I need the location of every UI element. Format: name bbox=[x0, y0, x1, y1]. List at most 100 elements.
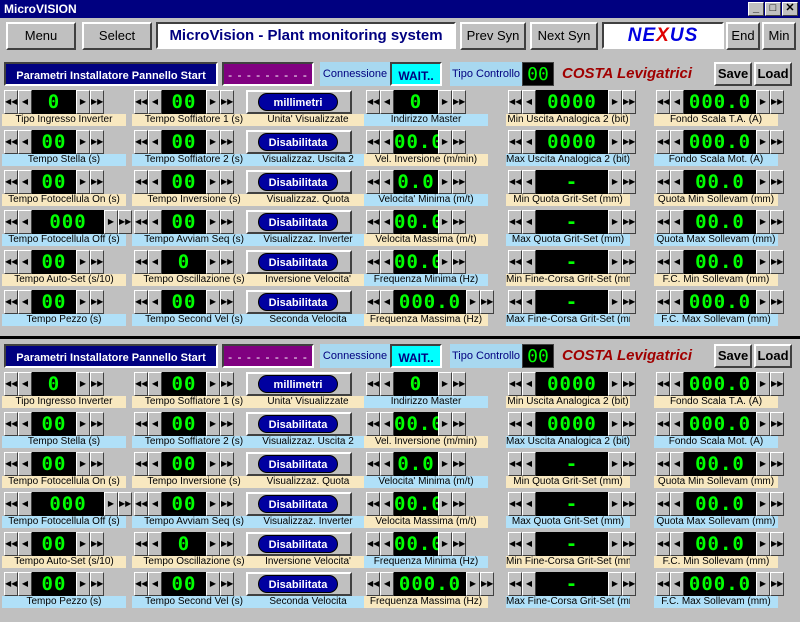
load-button[interactable]: Load bbox=[754, 344, 792, 368]
decrement-icon[interactable]: ◀ bbox=[18, 372, 32, 396]
decrement-fast-icon[interactable]: ◀◀ bbox=[134, 290, 148, 314]
increment-icon[interactable]: ▶ bbox=[206, 492, 220, 516]
increment-fast-icon[interactable]: ▶▶ bbox=[622, 250, 636, 274]
decrement-icon[interactable]: ◀ bbox=[18, 170, 32, 194]
decrement-fast-icon[interactable]: ◀◀ bbox=[508, 492, 522, 516]
decrement-icon[interactable]: ◀ bbox=[148, 130, 162, 154]
decrement-fast-icon[interactable]: ◀◀ bbox=[4, 572, 18, 596]
increment-icon[interactable]: ▶ bbox=[608, 532, 622, 556]
select-button[interactable]: Select bbox=[82, 22, 152, 50]
increment-icon[interactable]: ▶ bbox=[76, 532, 90, 556]
decrement-fast-icon[interactable]: ◀◀ bbox=[366, 452, 380, 476]
increment-fast-icon[interactable]: ▶▶ bbox=[90, 290, 104, 314]
increment-icon[interactable]: ▶ bbox=[608, 250, 622, 274]
decrement-fast-icon[interactable]: ◀◀ bbox=[656, 290, 670, 314]
decrement-fast-icon[interactable]: ◀◀ bbox=[366, 250, 380, 274]
decrement-icon[interactable]: ◀ bbox=[18, 210, 32, 234]
increment-fast-icon[interactable]: ▶▶ bbox=[770, 532, 784, 556]
increment-icon[interactable]: ▶ bbox=[756, 412, 770, 436]
decrement-fast-icon[interactable]: ◀◀ bbox=[4, 250, 18, 274]
decrement-fast-icon[interactable]: ◀◀ bbox=[4, 492, 18, 516]
increment-fast-icon[interactable]: ▶▶ bbox=[90, 412, 104, 436]
decrement-fast-icon[interactable]: ◀◀ bbox=[134, 372, 148, 396]
decrement-fast-icon[interactable]: ◀◀ bbox=[134, 210, 148, 234]
decrement-fast-icon[interactable]: ◀◀ bbox=[508, 372, 522, 396]
increment-fast-icon[interactable]: ▶▶ bbox=[770, 210, 784, 234]
increment-fast-icon[interactable]: ▶▶ bbox=[90, 170, 104, 194]
increment-fast-icon[interactable]: ▶▶ bbox=[220, 572, 234, 596]
increment-icon[interactable]: ▶ bbox=[76, 130, 90, 154]
increment-icon[interactable]: ▶ bbox=[438, 250, 452, 274]
increment-icon[interactable]: ▶ bbox=[466, 290, 480, 314]
increment-fast-icon[interactable]: ▶▶ bbox=[622, 130, 636, 154]
decrement-icon[interactable]: ◀ bbox=[18, 90, 32, 114]
decrement-fast-icon[interactable]: ◀◀ bbox=[134, 250, 148, 274]
decrement-fast-icon[interactable]: ◀◀ bbox=[366, 532, 380, 556]
decrement-icon[interactable]: ◀ bbox=[670, 572, 684, 596]
decrement-fast-icon[interactable]: ◀◀ bbox=[366, 170, 380, 194]
increment-fast-icon[interactable]: ▶▶ bbox=[622, 532, 636, 556]
increment-icon[interactable]: ▶ bbox=[756, 250, 770, 274]
increment-icon[interactable]: ▶ bbox=[438, 90, 452, 114]
decrement-fast-icon[interactable]: ◀◀ bbox=[508, 170, 522, 194]
increment-fast-icon[interactable]: ▶▶ bbox=[770, 290, 784, 314]
increment-fast-icon[interactable]: ▶▶ bbox=[90, 532, 104, 556]
decrement-icon[interactable]: ◀ bbox=[18, 250, 32, 274]
increment-fast-icon[interactable]: ▶▶ bbox=[770, 90, 784, 114]
decrement-fast-icon[interactable]: ◀◀ bbox=[134, 130, 148, 154]
increment-fast-icon[interactable]: ▶▶ bbox=[220, 412, 234, 436]
toggle-button[interactable]: Disabilitata bbox=[258, 535, 338, 553]
increment-fast-icon[interactable]: ▶▶ bbox=[452, 210, 466, 234]
toggle-button[interactable]: Disabilitata bbox=[258, 293, 338, 311]
increment-fast-icon[interactable]: ▶▶ bbox=[90, 250, 104, 274]
increment-icon[interactable]: ▶ bbox=[206, 572, 220, 596]
increment-icon[interactable]: ▶ bbox=[206, 170, 220, 194]
save-button[interactable]: Save bbox=[714, 344, 752, 368]
decrement-icon[interactable]: ◀ bbox=[380, 532, 394, 556]
increment-fast-icon[interactable]: ▶▶ bbox=[452, 130, 466, 154]
increment-icon[interactable]: ▶ bbox=[76, 412, 90, 436]
increment-icon[interactable]: ▶ bbox=[76, 372, 90, 396]
increment-icon[interactable]: ▶ bbox=[76, 250, 90, 274]
decrement-icon[interactable]: ◀ bbox=[670, 170, 684, 194]
decrement-icon[interactable]: ◀ bbox=[522, 492, 536, 516]
increment-fast-icon[interactable]: ▶▶ bbox=[90, 90, 104, 114]
increment-fast-icon[interactable]: ▶▶ bbox=[90, 372, 104, 396]
increment-icon[interactable]: ▶ bbox=[438, 372, 452, 396]
decrement-fast-icon[interactable]: ◀◀ bbox=[508, 250, 522, 274]
load-button[interactable]: Load bbox=[754, 62, 792, 86]
increment-icon[interactable]: ▶ bbox=[438, 170, 452, 194]
end-button[interactable]: End bbox=[726, 22, 760, 50]
increment-fast-icon[interactable]: ▶▶ bbox=[622, 452, 636, 476]
increment-fast-icon[interactable]: ▶▶ bbox=[452, 532, 466, 556]
decrement-fast-icon[interactable]: ◀◀ bbox=[366, 130, 380, 154]
decrement-icon[interactable]: ◀ bbox=[18, 492, 32, 516]
increment-fast-icon[interactable]: ▶▶ bbox=[452, 250, 466, 274]
increment-icon[interactable]: ▶ bbox=[438, 452, 452, 476]
increment-icon[interactable]: ▶ bbox=[438, 412, 452, 436]
decrement-icon[interactable]: ◀ bbox=[380, 572, 394, 596]
increment-fast-icon[interactable]: ▶▶ bbox=[622, 572, 636, 596]
increment-fast-icon[interactable]: ▶▶ bbox=[90, 452, 104, 476]
toggle-button[interactable]: Disabilitata bbox=[258, 575, 338, 593]
increment-fast-icon[interactable]: ▶▶ bbox=[220, 452, 234, 476]
increment-fast-icon[interactable]: ▶▶ bbox=[770, 130, 784, 154]
decrement-icon[interactable]: ◀ bbox=[148, 412, 162, 436]
decrement-icon[interactable]: ◀ bbox=[148, 452, 162, 476]
decrement-icon[interactable]: ◀ bbox=[670, 290, 684, 314]
decrement-icon[interactable]: ◀ bbox=[380, 452, 394, 476]
increment-fast-icon[interactable]: ▶▶ bbox=[622, 170, 636, 194]
decrement-icon[interactable]: ◀ bbox=[522, 90, 536, 114]
decrement-fast-icon[interactable]: ◀◀ bbox=[366, 412, 380, 436]
decrement-fast-icon[interactable]: ◀◀ bbox=[134, 90, 148, 114]
increment-fast-icon[interactable]: ▶▶ bbox=[770, 572, 784, 596]
increment-fast-icon[interactable]: ▶▶ bbox=[622, 90, 636, 114]
increment-fast-icon[interactable]: ▶▶ bbox=[220, 250, 234, 274]
decrement-fast-icon[interactable]: ◀◀ bbox=[656, 210, 670, 234]
increment-icon[interactable]: ▶ bbox=[76, 170, 90, 194]
decrement-icon[interactable]: ◀ bbox=[380, 210, 394, 234]
increment-fast-icon[interactable]: ▶▶ bbox=[770, 412, 784, 436]
increment-icon[interactable]: ▶ bbox=[608, 372, 622, 396]
increment-icon[interactable]: ▶ bbox=[756, 90, 770, 114]
minimize-button[interactable]: _ bbox=[748, 2, 764, 16]
